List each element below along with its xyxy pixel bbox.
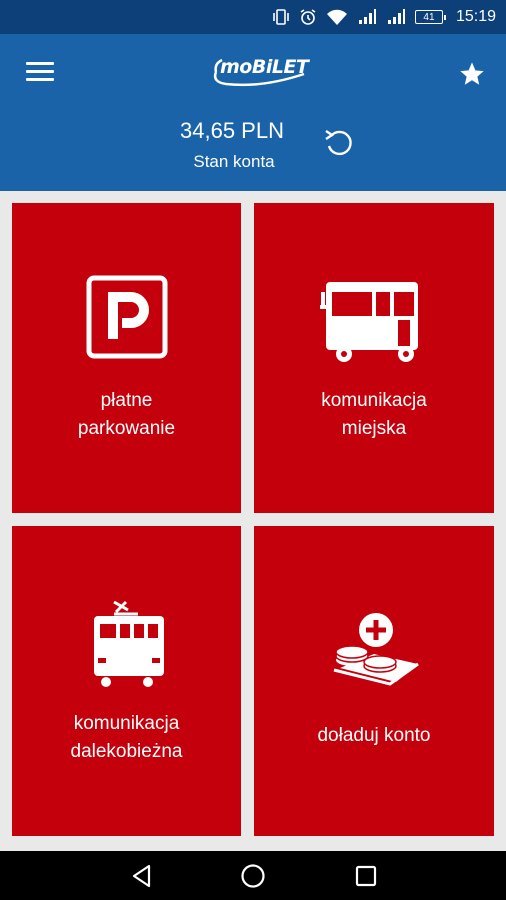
- recents-button[interactable]: [353, 863, 379, 889]
- menu-button[interactable]: [26, 62, 54, 84]
- logo-text: moBiLET: [220, 56, 309, 78]
- bus-icon: [320, 282, 418, 362]
- tile-label: komunikacja dalekobieżna: [70, 713, 183, 762]
- refresh-icon: [325, 130, 352, 156]
- status-time: 15:19: [455, 8, 496, 25]
- home-icon: [241, 864, 265, 888]
- tile-top-up-account[interactable]: doładuj konto: [254, 526, 494, 836]
- tile-city-transport[interactable]: komunikacja miejska: [254, 203, 494, 513]
- home-button[interactable]: [240, 863, 266, 889]
- app-header: moBiLET 34,65 PLN Stan konta: [0, 34, 506, 191]
- star-icon: [460, 62, 484, 85]
- back-icon: [132, 864, 151, 888]
- favorite-button[interactable]: [458, 60, 486, 88]
- balance-label: Stan konta: [193, 152, 275, 171]
- recents-icon: [355, 865, 377, 887]
- tile-label: doładuj konto: [317, 725, 431, 746]
- system-navigation-bar: [0, 851, 506, 900]
- alarm-icon: [300, 9, 316, 25]
- balance-amount: 34,65 PLN: [180, 118, 284, 143]
- battery-icon: 41: [414, 10, 446, 24]
- signal-icon: [358, 9, 376, 24]
- wifi-icon: [326, 9, 347, 25]
- battery-level: 41: [423, 11, 435, 23]
- tile-label: płatne parkowanie: [77, 390, 176, 439]
- parking-icon: [86, 275, 168, 359]
- hamburger-menu-icon: [26, 62, 54, 65]
- signal-icon: [387, 9, 405, 24]
- train-icon: [94, 600, 164, 687]
- tile-label: komunikacja miejska: [321, 390, 427, 439]
- vibrate-icon: [273, 9, 289, 25]
- status-bar: 41 15:19: [0, 0, 506, 34]
- tile-paid-parking[interactable]: płatne parkowanie: [12, 203, 241, 513]
- tile-long-distance-transport[interactable]: komunikacja dalekobieżna: [12, 526, 241, 836]
- refresh-balance-button[interactable]: [322, 126, 356, 160]
- back-button[interactable]: [129, 863, 155, 889]
- status-icons: 41 15:19: [272, 0, 496, 34]
- coins-plus-icon: [333, 613, 419, 686]
- app-logo: moBiLET: [212, 54, 312, 92]
